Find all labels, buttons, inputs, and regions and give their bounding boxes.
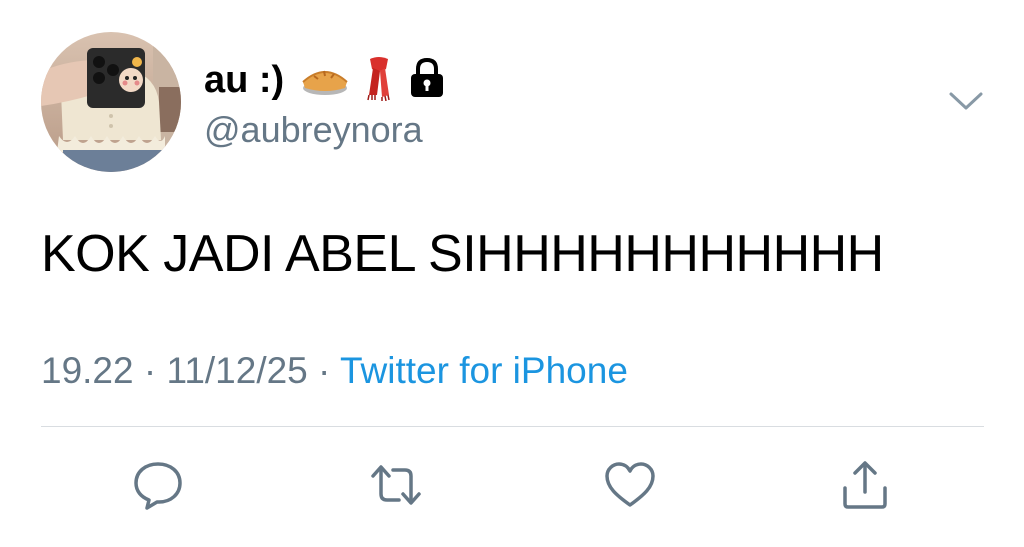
share-icon (843, 461, 887, 509)
tweet-text: KOK JADI ABEL SIHHHHHHHHHHH (41, 225, 884, 283)
lock-icon (408, 57, 446, 104)
meta-separator: · (307, 350, 340, 391)
speech-bubble-icon (134, 462, 182, 510)
retweet-button[interactable] (367, 458, 421, 512)
scarf-emoji (362, 55, 396, 106)
avatar[interactable] (41, 32, 181, 172)
reply-button[interactable] (131, 458, 185, 512)
tweet-time: 19.22 (41, 350, 134, 391)
like-button[interactable] (603, 458, 657, 512)
tweet-meta: 19.22 · 11/12/25 · Twitter for iPhone (41, 347, 628, 395)
name-emojis (300, 54, 458, 106)
meta-separator: · (133, 350, 167, 391)
tweet-source-link[interactable]: Twitter for iPhone (340, 350, 628, 391)
heart-icon (605, 462, 655, 507)
pie-emoji (300, 58, 350, 103)
divider (41, 426, 984, 427)
chevron-down-icon[interactable] (948, 88, 984, 116)
profile-photo (41, 32, 181, 172)
display-name[interactable]: au :) (204, 54, 284, 106)
user-handle[interactable]: @aubreynora (204, 108, 423, 152)
tweet: au :) @aubreynora KOK JADI ABEL SIHHHHHH… (0, 0, 1024, 547)
retweet-icon (371, 465, 421, 505)
tweet-date: 11/12/25 (166, 350, 308, 391)
share-button[interactable] (838, 458, 892, 512)
